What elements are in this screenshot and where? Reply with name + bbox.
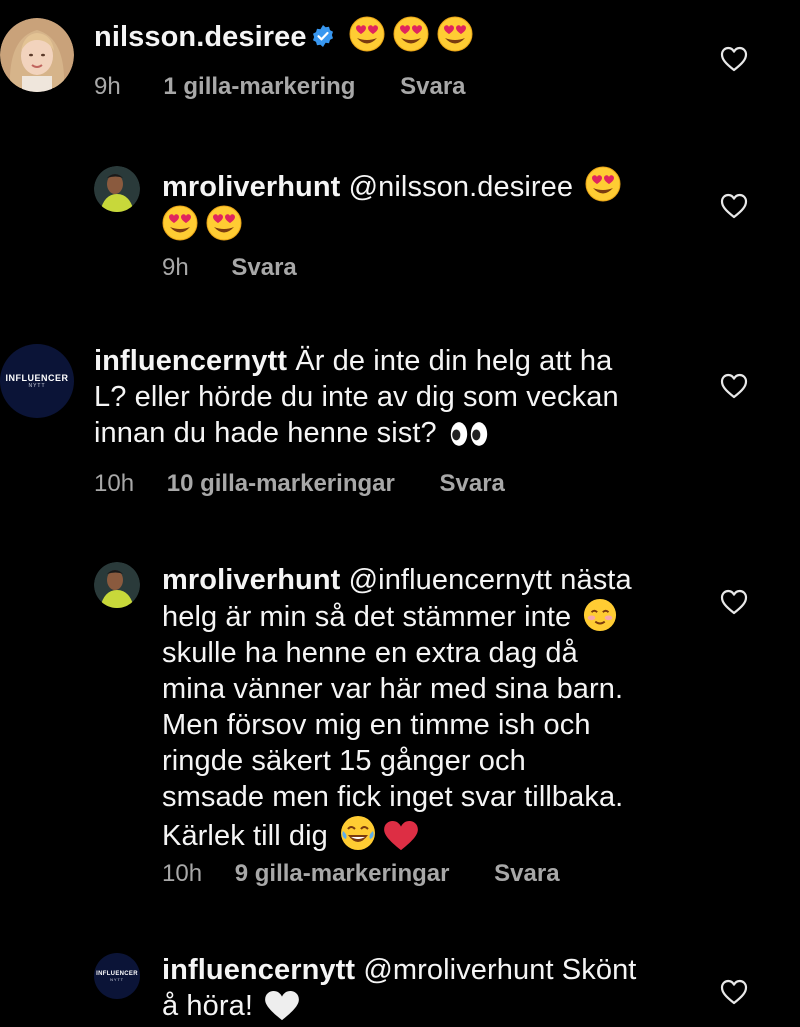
- comment-text-line: ringde säkert 15 gånger och: [162, 745, 526, 777]
- username[interactable]: influencernytt: [94, 345, 287, 377]
- comment-text-line: Men försov mig en timme ish och: [162, 709, 591, 741]
- username[interactable]: mroliverhunt: [162, 564, 340, 596]
- heart-eyes-emoji-icon: [206, 205, 242, 241]
- heart-outline-icon[interactable]: [720, 46, 748, 72]
- heart-outline-icon[interactable]: [720, 373, 748, 399]
- avatar-nilsson-desiree[interactable]: [0, 18, 74, 92]
- avatar-influencernytt[interactable]: INFLUENCER NYTT: [0, 344, 74, 418]
- avatar-mroliverhunt[interactable]: [94, 562, 140, 608]
- avatar-image: [94, 166, 140, 212]
- reply-button[interactable]: Svara: [440, 470, 505, 498]
- avatar-influencernytt[interactable]: INFLUENCER NYTT: [94, 953, 140, 999]
- reply-button[interactable]: Svara: [231, 254, 296, 282]
- username[interactable]: mroliverhunt: [162, 171, 340, 203]
- mention-link[interactable]: @influencernytt: [349, 564, 552, 596]
- comment-time: 9h: [94, 73, 121, 100]
- blush-emoji-icon: [583, 598, 617, 632]
- avatar-image: [0, 18, 74, 92]
- comment-text-line: nästa: [560, 564, 632, 596]
- heart-eyes-emoji-icon: [585, 166, 621, 202]
- heart-eyes-emoji-icon: [437, 16, 473, 52]
- comment-text-line: å höra!: [162, 990, 253, 1022]
- avatar-mroliverhunt[interactable]: [94, 166, 140, 212]
- verified-badge-icon: [312, 25, 333, 47]
- heart-outline-icon[interactable]: [720, 589, 748, 615]
- comment-text-line: Kärlek till dig: [162, 820, 328, 852]
- heart-eyes-emoji-icon: [349, 16, 385, 52]
- comment-text-line: helg är min så det stämmer inte: [162, 601, 572, 633]
- reply-button[interactable]: Svara: [494, 860, 559, 888]
- heart-eyes-emoji-icon: [393, 16, 429, 52]
- comment-text-line: smsade men fick inget svar tillbaka.: [162, 781, 624, 813]
- heart-outline-icon[interactable]: [720, 979, 748, 1005]
- heart-outline-icon[interactable]: [720, 193, 748, 219]
- comment-text-line: skulle ha henne en extra dag då: [162, 637, 578, 669]
- comment-text-line: Skönt: [561, 954, 637, 986]
- red-heart-emoji-icon: [384, 821, 418, 851]
- likes-count[interactable]: 9 gilla-markeringar: [235, 860, 450, 888]
- likes-count[interactable]: 1 gilla-markering: [163, 73, 355, 101]
- white-heart-emoji-icon: [265, 991, 299, 1021]
- avatar-logo-subtext: NYTT: [28, 383, 46, 389]
- comment-text-line: mina vänner var här med sina barn.: [162, 673, 624, 705]
- comment-time: 10h: [162, 860, 203, 887]
- comment-text-line: innan du hade henne sist?: [94, 417, 437, 449]
- comment-text-line: L? eller hörde du inte av dig som veckan: [94, 381, 619, 413]
- avatar-image: [94, 562, 140, 608]
- avatar-logo-subtext: NYTT: [110, 976, 124, 982]
- username[interactable]: nilsson.desiree: [94, 21, 307, 53]
- comment-text-line: Är de inte din helg att ha: [295, 345, 613, 377]
- tears-of-joy-emoji-icon: [340, 815, 376, 851]
- username[interactable]: influencernytt: [162, 954, 355, 986]
- avatar-logo-text: INFLUENCER: [5, 373, 69, 383]
- reply-button[interactable]: Svara: [400, 73, 465, 101]
- eyes-emoji-icon: [449, 420, 489, 448]
- mention-link[interactable]: @nilsson.desiree: [349, 171, 573, 203]
- heart-eyes-emoji-icon: [162, 205, 198, 241]
- comment-time: 10h: [94, 470, 135, 497]
- mention-link[interactable]: @mroliverhunt: [363, 954, 553, 986]
- comment-time: 9h: [162, 254, 189, 281]
- likes-count[interactable]: 10 gilla-markeringar: [167, 470, 395, 498]
